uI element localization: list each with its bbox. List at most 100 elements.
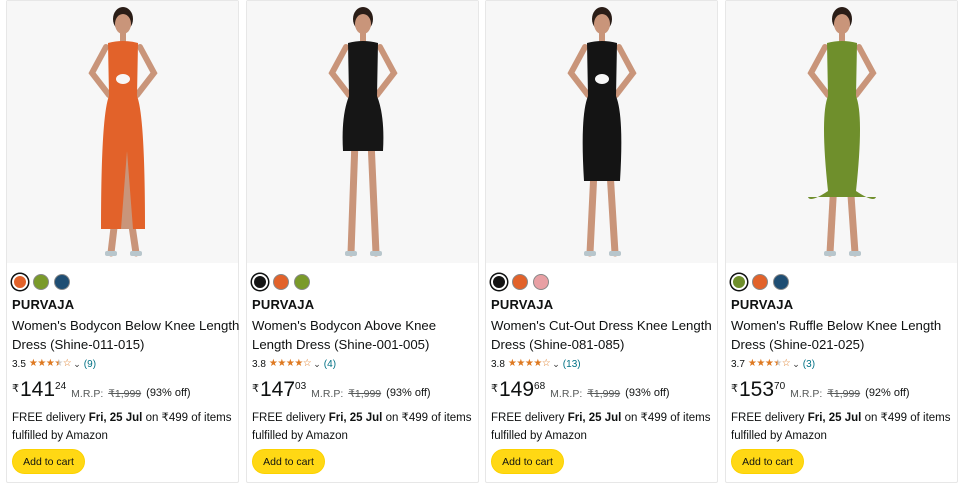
- star-rating-icon: ★ ★ ★ ★ ☆: [268, 358, 312, 369]
- star-icon: ★: [268, 358, 278, 369]
- delivery-date: Fri, 25 Jul: [807, 412, 862, 424]
- product-card[interactable]: PURVAJA Women's Bodycon Above Knee Lengt…: [246, 0, 479, 483]
- price: ₹ 147 03 M.R.P: ₹1,999 (93% off): [252, 379, 431, 405]
- delivery-date: Fri, 25 Jul: [88, 412, 143, 424]
- color-swatch[interactable]: [273, 274, 289, 290]
- mrp: M.R.P: ₹1,999: [550, 388, 620, 400]
- star-icon: ★: [37, 358, 46, 369]
- product-grid: PURVAJA Women's Bodycon Below Knee Lengt…: [0, 0, 961, 489]
- star-icon: ★: [773, 358, 782, 369]
- product-title-link[interactable]: Women's Bodycon Below Knee Length Dress …: [12, 316, 240, 354]
- discount-badge: (93% off): [625, 387, 670, 399]
- price: ₹ 149 68 M.R.P: ₹1,999 (93% off): [491, 379, 670, 405]
- star-rating-icon: ★ ★ ★ ★ ☆: [28, 358, 72, 369]
- mrp: M.R.P: ₹1,999: [71, 388, 141, 400]
- price-fraction: 03: [295, 381, 307, 392]
- chevron-down-icon[interactable]: ⌄: [792, 359, 800, 370]
- product-title-link[interactable]: Women's Ruffle Below Knee Length Dress (…: [731, 316, 959, 354]
- price-whole: 149: [499, 378, 535, 401]
- review-count-link[interactable]: (3): [803, 359, 815, 370]
- review-count-link[interactable]: (4): [324, 359, 336, 370]
- currency-symbol: ₹: [491, 383, 498, 395]
- color-swatch[interactable]: [731, 274, 747, 290]
- delivery-date: Fri, 25 Jul: [328, 412, 383, 424]
- delivery-info: FREE delivery Fri, 25 Jul on ₹499 of ite…: [12, 409, 240, 445]
- color-swatch[interactable]: [491, 274, 507, 290]
- product-card[interactable]: PURVAJA Women's Cut-Out Dress Knee Lengt…: [485, 0, 718, 483]
- brand-name: PURVAJA: [491, 297, 554, 312]
- product-title-link[interactable]: Women's Bodycon Above Knee Length Dress …: [252, 316, 480, 354]
- mrp-label: M.R.P:: [71, 388, 104, 400]
- price: ₹ 141 24 M.R.P: ₹1,999 (93% off): [12, 379, 191, 405]
- price-whole: 141: [20, 378, 56, 401]
- color-swatch[interactable]: [252, 274, 268, 290]
- price-whole: 153: [739, 378, 775, 401]
- brand-name: PURVAJA: [731, 297, 794, 312]
- delivery-prefix: FREE delivery: [12, 412, 89, 424]
- discount-badge: (93% off): [386, 387, 431, 399]
- chevron-down-icon[interactable]: ⌄: [552, 359, 560, 370]
- star-icon: ☆: [62, 358, 72, 369]
- brand-name: PURVAJA: [12, 297, 75, 312]
- add-to-cart-button[interactable]: Add to cart: [491, 449, 564, 474]
- mrp-price: ₹1,999: [348, 388, 382, 400]
- rating[interactable]: 3.5 ★ ★ ★ ★ ☆ ⌄ (9): [12, 357, 96, 371]
- product-card[interactable]: PURVAJA Women's Ruffle Below Knee Length…: [725, 0, 958, 483]
- model-photo: [88, 7, 158, 257]
- chevron-down-icon[interactable]: ⌄: [313, 359, 321, 370]
- star-rating-icon: ★ ★ ★ ★ ☆: [747, 358, 791, 369]
- color-swatch[interactable]: [12, 274, 28, 290]
- review-count-link[interactable]: (9): [84, 359, 96, 370]
- star-icon: ★: [756, 358, 765, 369]
- color-swatch[interactable]: [512, 274, 528, 290]
- delivery-info: FREE delivery Fri, 25 Jul on ₹499 of ite…: [252, 409, 480, 445]
- star-icon: ★: [516, 358, 525, 369]
- mrp-price: ₹1,999: [827, 388, 861, 400]
- star-icon: ★: [533, 358, 542, 369]
- rating-value: 3.7: [731, 358, 745, 370]
- rating[interactable]: 3.8 ★ ★ ★ ★ ☆ ⌄ (4): [252, 357, 336, 371]
- color-swatch[interactable]: [294, 274, 310, 290]
- star-icon: ★: [28, 358, 38, 369]
- model-photo: [807, 7, 877, 257]
- model-photo: [328, 7, 398, 257]
- star-icon: ★: [747, 358, 757, 369]
- rating-value: 3.5: [12, 358, 26, 370]
- star-icon: ★: [285, 358, 295, 369]
- rating-value: 3.8: [491, 358, 505, 370]
- rating[interactable]: 3.7 ★ ★ ★ ★ ☆ ⌄ (3): [731, 357, 815, 371]
- mrp-label: M.R.P:: [550, 388, 583, 400]
- star-icon: ★: [54, 358, 63, 369]
- color-swatch[interactable]: [54, 274, 70, 290]
- product-image[interactable]: [726, 1, 957, 263]
- mrp-price: ₹1,999: [587, 388, 621, 400]
- rating-value: 3.8: [252, 358, 266, 370]
- star-icon: ★: [294, 358, 303, 369]
- review-count-link[interactable]: (13): [563, 359, 581, 370]
- currency-symbol: ₹: [731, 383, 738, 395]
- add-to-cart-button[interactable]: Add to cart: [12, 449, 85, 474]
- product-title-link[interactable]: Women's Cut-Out Dress Knee Length Dress …: [491, 316, 719, 354]
- product-image[interactable]: [7, 1, 238, 263]
- brand-name: PURVAJA: [252, 297, 315, 312]
- product-image[interactable]: [247, 1, 478, 263]
- mrp: M.R.P: ₹1,999: [311, 388, 381, 400]
- color-swatch[interactable]: [752, 274, 768, 290]
- color-swatch[interactable]: [773, 274, 789, 290]
- price: ₹ 153 70 M.R.P: ₹1,999 (92% off): [731, 379, 910, 405]
- price-fraction: 24: [55, 381, 67, 392]
- price-fraction: 70: [774, 381, 786, 392]
- star-icon: ☆: [541, 358, 551, 369]
- product-card[interactable]: PURVAJA Women's Bodycon Below Knee Lengt…: [6, 0, 239, 483]
- star-icon: ★: [277, 358, 286, 369]
- model-photo: [567, 7, 637, 257]
- rating[interactable]: 3.8 ★ ★ ★ ★ ☆ ⌄ (13): [491, 357, 581, 371]
- star-icon: ★: [45, 358, 55, 369]
- color-swatch[interactable]: [533, 274, 549, 290]
- chevron-down-icon[interactable]: ⌄: [73, 359, 81, 370]
- add-to-cart-button[interactable]: Add to cart: [731, 449, 804, 474]
- star-icon: ☆: [781, 358, 791, 369]
- color-swatch[interactable]: [33, 274, 49, 290]
- product-image[interactable]: [486, 1, 717, 263]
- add-to-cart-button[interactable]: Add to cart: [252, 449, 325, 474]
